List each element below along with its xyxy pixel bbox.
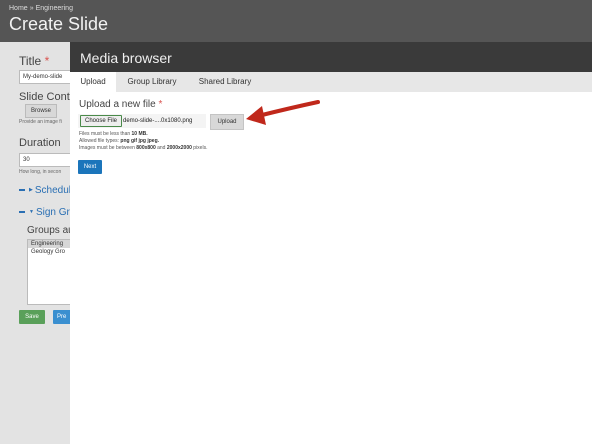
- annotation-arrow-icon: [246, 100, 320, 125]
